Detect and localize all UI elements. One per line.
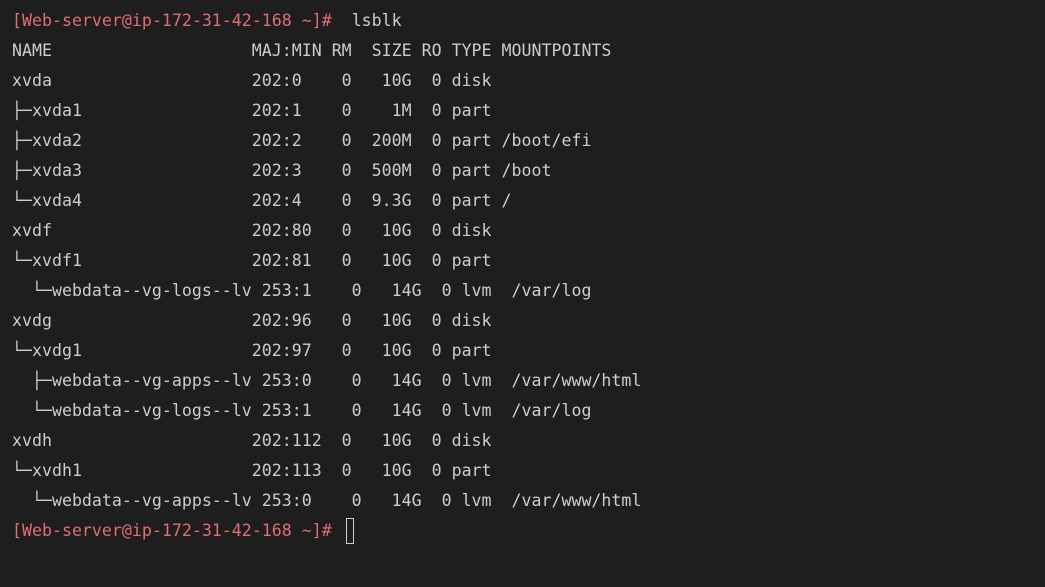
text-cursor[interactable] [345,517,354,544]
lsblk-header-row: NAME MAJ:MIN RM SIZE RO TYPE MOUNTPOINTS [12,41,612,60]
lsblk-row-xvda1: ├─xvda1 202:1 0 1M 0 part [12,101,492,120]
lsblk-row-xvda3: ├─xvda3 202:3 0 500M 0 part /boot [12,161,552,180]
lsblk-row-xvdf1: └─xvdf1 202:81 0 10G 0 part [12,251,492,270]
lsblk-row-xvdh1-apps-lv: └─webdata--vg-apps--lv 253:0 0 14G 0 lvm… [12,491,642,510]
lsblk-row-xvdg1: └─xvdg1 202:97 0 10G 0 part [12,341,492,360]
command-text: lsblk [351,11,402,30]
lsblk-row-xvda4: └─xvda4 202:4 0 9.3G 0 part / [12,191,512,210]
lsblk-row-xvdf: xvdf 202:80 0 10G 0 disk [12,221,492,240]
terminal-window[interactable]: [Web-server@ip-172-31-42-168 ~]# lsblk N… [0,0,1045,587]
lsblk-row-xvdg: xvdg 202:96 0 10G 0 disk [12,311,492,330]
lsblk-row-xvdg1-logs-lv: └─webdata--vg-logs--lv 253:1 0 14G 0 lvm… [12,401,592,420]
lsblk-row-xvdf1-logs-lv: └─webdata--vg-logs--lv 253:1 0 14G 0 lvm… [12,281,592,300]
lsblk-row-xvdh: xvdh 202:112 0 10G 0 disk [12,431,492,450]
lsblk-row-xvdg1-apps-lv: ├─webdata--vg-apps--lv 253:0 0 14G 0 lvm… [12,371,642,390]
lsblk-row-xvdh1: └─xvdh1 202:113 0 10G 0 part [12,461,492,480]
lsblk-row-xvda2: ├─xvda2 202:2 0 200M 0 part /boot/efi [12,131,592,150]
input-line[interactable]: [Web-server@ip-172-31-42-168 ~]# [12,516,1045,546]
lsblk-row-xvda: xvda 202:0 0 10G 0 disk [12,71,492,90]
shell-prompt: [Web-server@ip-172-31-42-168 ~]# [12,11,332,30]
command-line: [Web-server@ip-172-31-42-168 ~]# lsblk [12,6,1045,36]
shell-prompt-final: [Web-server@ip-172-31-42-168 ~]# [12,521,332,540]
